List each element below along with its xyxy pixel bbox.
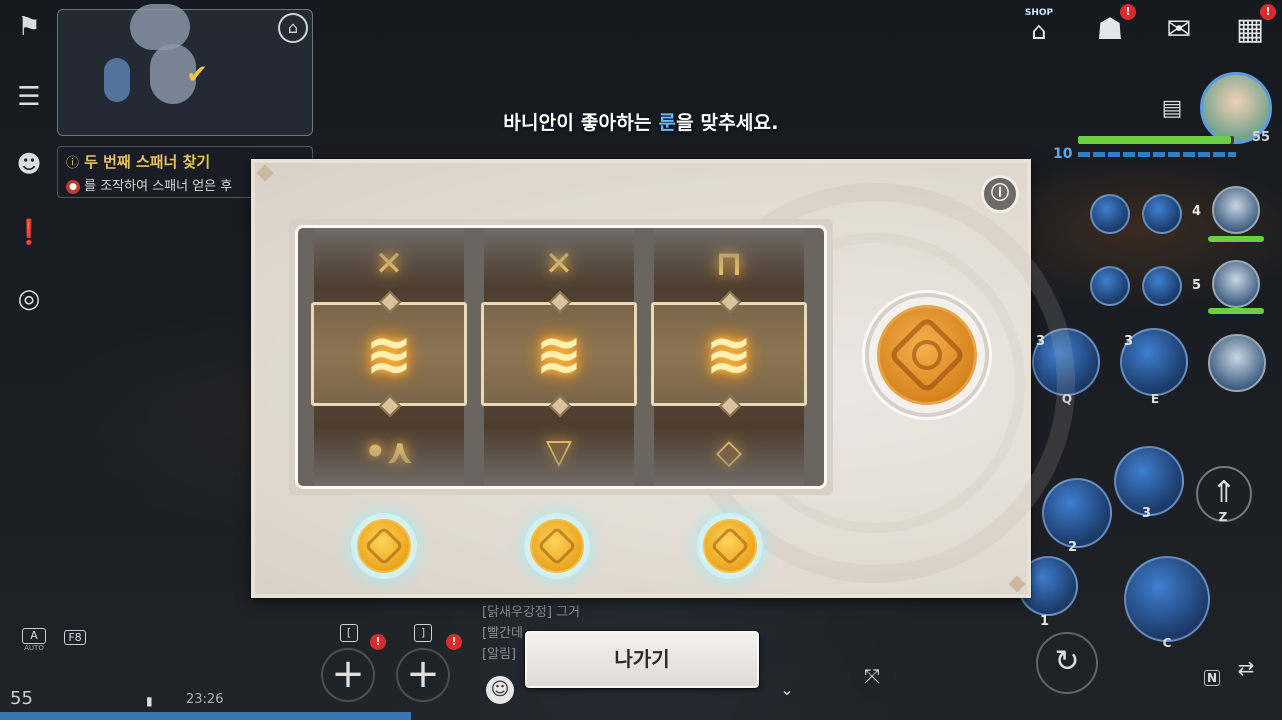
corner-ornament (256, 164, 274, 182)
quest-description: 를 조작하여 스패너 얻은 후 (84, 179, 233, 194)
buff-slot-2[interactable] (1142, 194, 1182, 234)
reel-2-main-rune: ≋ (535, 322, 583, 387)
auto-toggle[interactable]: A AUTO (22, 628, 46, 658)
skill-e-count: 3 (1124, 334, 1134, 349)
home-icon[interactable]: ⌂ (278, 13, 308, 43)
player-level-left: 10 (1053, 146, 1073, 162)
alert-badge: ! (1260, 4, 1276, 20)
mail-button[interactable]: ✉ (1155, 8, 1203, 52)
notice-scroll-icon[interactable]: ❗ (10, 218, 48, 252)
quest-title: 두 번째 스패너 찾기 (84, 153, 211, 171)
dodge-button[interactable]: ↻ (1036, 632, 1098, 694)
quest-item-icon: ● (66, 179, 80, 194)
ally-avatar-2[interactable] (1212, 260, 1260, 308)
rune-puzzle-panel: ⓘ ✕ •⋏ ✕ ▽ ⊓ ◇ ≋ (251, 159, 1075, 598)
alert-badge: ! (446, 634, 462, 650)
reel-1-main-rune: ≋ (365, 322, 413, 387)
quick-slot-2-key: ] (414, 624, 432, 642)
rune-prompt: 바니안이 좋아하는 룬을 맞추세요. (0, 108, 1282, 135)
quick-slot-1[interactable]: + (321, 648, 375, 702)
alert-badge: ! (370, 634, 386, 650)
confirm-rune-coin[interactable] (865, 293, 989, 417)
alert-badge: ! (1120, 4, 1136, 20)
f8-key[interactable]: F8 (64, 630, 86, 645)
ally-2-hp (1208, 308, 1264, 314)
prompt-before: 바니안이 좋아하는 (503, 112, 659, 134)
exp-bar (0, 712, 411, 720)
skill-hammer[interactable] (1042, 478, 1112, 548)
mail-icon: ✉ (1166, 12, 1192, 47)
chevron-down-icon[interactable]: ⌄ (776, 680, 798, 699)
skill-c-key: C (1162, 636, 1172, 650)
buff-slot-1[interactable] (1090, 194, 1130, 234)
reel-1-spin-coin[interactable] (351, 513, 417, 579)
skill-hammer-num: 2 (1068, 540, 1078, 555)
auto-key: A (22, 628, 46, 644)
ally-1-hp (1208, 236, 1264, 242)
character-button[interactable]: ☗ ! (1086, 4, 1136, 52)
buff-slot-3[interactable] (1090, 266, 1130, 306)
skill-1-num: 1 (1040, 614, 1050, 629)
reel-3-spin-coin[interactable] (697, 513, 763, 579)
expand-icon[interactable]: ⤧ (850, 654, 894, 698)
skill-e-key: E (1150, 392, 1160, 406)
emoji-icon[interactable]: ☺ (486, 676, 514, 704)
ally-avatar-1[interactable] (1212, 186, 1260, 234)
shop-icon: ⌂ (1031, 17, 1047, 45)
bottom-level: 55 (10, 688, 33, 709)
reel-window: ✕ •⋏ ✕ ▽ ⊓ ◇ ≋ ≋ ≋ (295, 225, 827, 489)
quick-slot-1-key: [ (340, 624, 358, 642)
warning-icon: ⓘ (66, 156, 80, 171)
reel-3-main-rune: ≋ (705, 322, 753, 387)
player-mp-bar (1078, 152, 1236, 157)
clock-time: 23:26 (186, 692, 224, 707)
map-flag-icon[interactable]: ⚑ (10, 12, 48, 46)
target-icon[interactable]: ◎ (10, 284, 48, 318)
buff-slot-4[interactable] (1142, 266, 1182, 306)
signal-icon: ▮ (146, 694, 153, 708)
skill-n-key: N (1204, 670, 1220, 686)
quick-slot-2[interactable]: + (396, 648, 450, 702)
corner-ornament (1008, 575, 1026, 593)
info-magnifier-icon[interactable]: ⓘ (981, 175, 1019, 213)
swap-icon[interactable]: ⇄ (1232, 656, 1260, 684)
prompt-after: 을 맞추세요. (676, 112, 779, 134)
auto-label: AUTO (24, 644, 44, 652)
player-hp-bar (1078, 136, 1234, 144)
reel-2-selected: ≋ (481, 302, 637, 406)
quest-marker-icon: ✔ (186, 60, 208, 90)
reel-1-selected: ≋ (311, 302, 467, 406)
ally-2-count: 5 (1192, 278, 1202, 293)
exit-button[interactable]: 나가기 (525, 631, 759, 688)
skill-c[interactable] (1124, 556, 1210, 642)
menu-button[interactable]: ▦ ! (1226, 4, 1276, 52)
ally-1-count: 4 (1192, 204, 1202, 219)
chat-line-1: [닭새우강정] 그거 (482, 605, 580, 620)
reel-frame: ✕ •⋏ ✕ ▽ ⊓ ◇ ≋ ≋ ≋ (289, 219, 833, 495)
skill-z-key: Z (1218, 510, 1228, 524)
reel-2-spin-coin[interactable] (524, 513, 590, 579)
skill-wave-num: 3 (1142, 506, 1152, 521)
shop-button[interactable]: SHOP ⌂ (1015, 8, 1063, 52)
party-icon[interactable]: ☻ (10, 150, 48, 184)
prompt-highlight: 룬 (658, 112, 677, 134)
ally-avatar-3[interactable] (1208, 334, 1266, 392)
reel-3-selected: ≋ (651, 302, 807, 406)
